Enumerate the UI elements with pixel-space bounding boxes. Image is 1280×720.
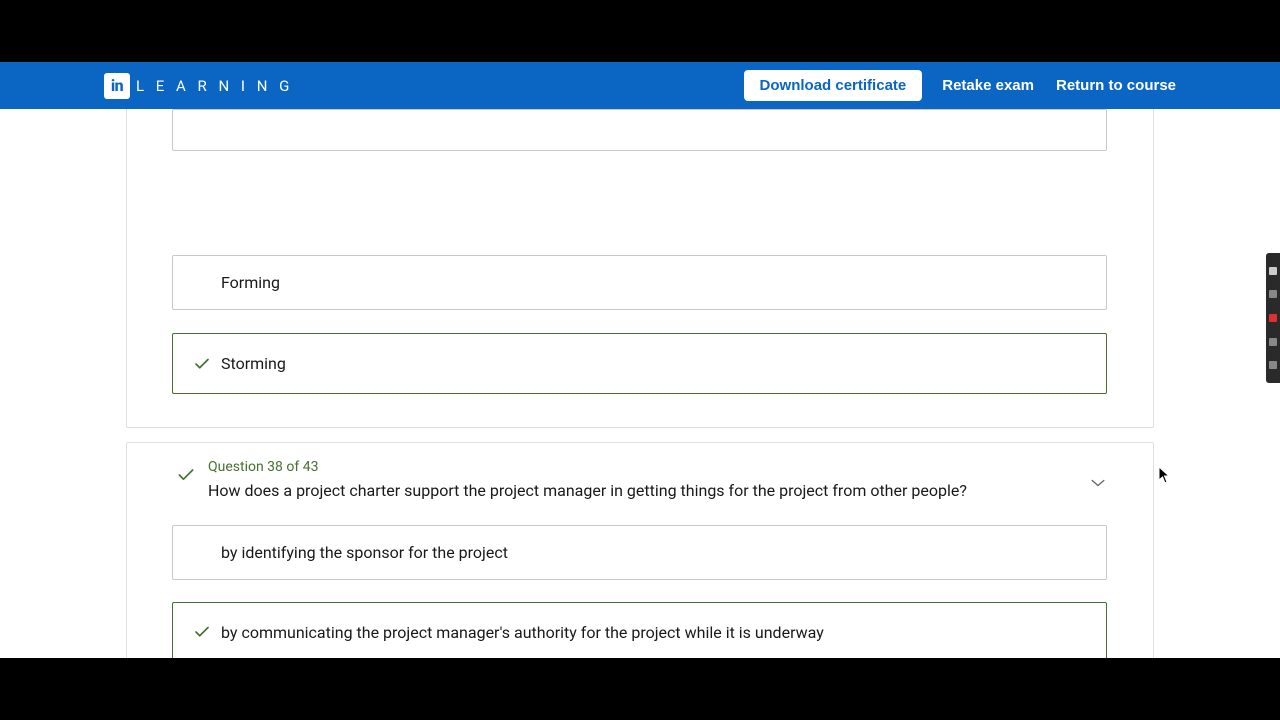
answer-text: by identifying the sponsor for the proje…	[221, 543, 1086, 562]
content-area: Forming Storming Question 38 of 43 How d…	[0, 109, 1280, 658]
logo[interactable]: in L E A R N I N G	[104, 73, 293, 99]
ext-icon[interactable]	[1269, 361, 1277, 369]
checkmark-icon	[193, 623, 215, 641]
question-correct-icon	[176, 465, 196, 489]
answer-option-authority[interactable]: by communicating the project manager's a…	[172, 602, 1107, 658]
letterbox-bottom	[0, 658, 1280, 720]
ext-icon[interactable]	[1269, 338, 1277, 346]
browser-extension-sidebar[interactable]	[1266, 253, 1280, 383]
question-number: Question 38 of 43	[208, 459, 967, 475]
answer-option-storming[interactable]: Storming	[172, 333, 1107, 394]
learning-wordmark: L E A R N I N G	[136, 77, 293, 95]
ext-icon[interactable]	[1269, 314, 1277, 322]
question-text: How does a project charter support the p…	[208, 481, 967, 500]
answer-option[interactable]	[172, 109, 1107, 151]
chevron-down-icon[interactable]	[1088, 473, 1108, 497]
download-certificate-button[interactable]: Download certificate	[744, 70, 923, 101]
checkmark-icon	[193, 355, 215, 373]
question-header: Question 38 of 43 How does a project cha…	[176, 459, 1136, 500]
answer-text: Forming	[221, 273, 1086, 292]
ext-icon[interactable]	[1269, 267, 1277, 275]
retake-exam-button[interactable]: Retake exam	[942, 77, 1034, 94]
ext-icon[interactable]	[1269, 290, 1277, 298]
answer-text: Storming	[221, 354, 1086, 373]
return-to-course-button[interactable]: Return to course	[1056, 77, 1176, 94]
answer-option-sponsor[interactable]: by identifying the sponsor for the proje…	[172, 525, 1107, 580]
top-nav: in L E A R N I N G Download certificate …	[0, 62, 1280, 109]
letterbox-top	[0, 0, 1280, 62]
answer-option-forming[interactable]: Forming	[172, 255, 1107, 310]
answer-text: by communicating the project manager's a…	[221, 623, 1086, 642]
linkedin-in-icon: in	[104, 73, 130, 99]
